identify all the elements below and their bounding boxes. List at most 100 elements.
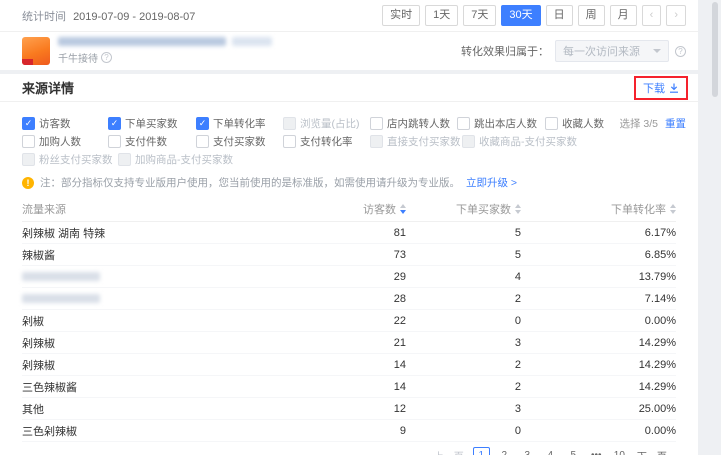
metric-label: 支付件数 [125, 134, 167, 149]
visitors-cell: 12 [311, 403, 406, 415]
metric-checkbox[interactable]: 跳出本店人数 [457, 116, 537, 131]
pagination-item[interactable]: 1 [473, 447, 490, 455]
scrollbar-thumb[interactable] [712, 2, 718, 97]
pagination-item[interactable]: 4 [542, 447, 559, 455]
conversion-cell: 6.17% [521, 227, 676, 239]
metric-label: 支付买家数 [213, 134, 266, 149]
metric-checkbox[interactable]: 访客数 [22, 116, 71, 131]
metric-checkbox[interactable]: 加购商品-支付买家数 [118, 152, 233, 167]
buyers-cell: 2 [406, 359, 521, 371]
column-header-visitors[interactable]: 访客数 [311, 201, 406, 217]
metric-selector: 访客数 下单买家数 下单转化率 浏览量(占比) 店内跳转人数 [0, 102, 698, 170]
date-range-button[interactable]: 7天 [463, 5, 496, 26]
metric-label: 支付转化率 [300, 134, 353, 149]
shop-bar: 千牛接待 ? 转化效果归属于： 每一次访问来源 ? [0, 32, 698, 70]
source-name: 剁辣椒 湖南 特辣 [22, 225, 105, 241]
buyers-cell: 4 [406, 271, 521, 283]
selection-count: 选择 3/5 [619, 118, 658, 130]
buyers-cell: 3 [406, 337, 521, 349]
stat-time: 统计时间 2019-07-09 - 2019-08-07 [22, 8, 195, 24]
metric-checkbox[interactable]: 直接支付买家数 [370, 134, 461, 149]
date-range-button[interactable]: 日 [546, 5, 573, 26]
metric-row-3: 粉丝支付买家数 加购商品-支付买家数 [22, 152, 676, 170]
date-range-button[interactable]: 月 [610, 5, 637, 26]
metric-label: 访客数 [39, 116, 71, 131]
buyers-cell: 2 [406, 293, 521, 305]
reset-button[interactable]: 重置 [665, 118, 686, 130]
pagination-item[interactable]: 3 [519, 447, 536, 455]
attribution-select[interactable]: 每一次访问来源 [555, 40, 669, 62]
metric-checkbox[interactable]: 下单买家数 [108, 116, 178, 131]
checkbox-icon [22, 153, 35, 166]
source-name: 剁辣椒 [22, 335, 55, 351]
metric-label: 下单买家数 [125, 116, 178, 131]
checkbox-icon [108, 135, 121, 148]
chevron-down-icon [653, 49, 661, 53]
buyers-cell: 5 [406, 249, 521, 261]
redacted-text-bar [58, 37, 226, 46]
source-name: 辣椒酱 [22, 247, 55, 263]
column-label: 访客数 [363, 201, 396, 217]
conversion-cell: 6.85% [521, 249, 676, 261]
table-header: 流量来源 访客数 下单买家数 下单转化率 [22, 197, 676, 222]
upgrade-link[interactable]: 立即升级 > [466, 175, 517, 190]
pagination-item[interactable]: 5 [565, 447, 582, 455]
metric-label: 加购人数 [39, 134, 81, 149]
page-content: 统计时间 2019-07-09 - 2019-08-07 实时1天7天30天日周… [0, 0, 698, 455]
checkbox-icon [283, 117, 296, 130]
source-name: 三色剁辣椒 [22, 423, 77, 439]
pagination-item[interactable]: 下一页 › [634, 447, 676, 455]
metric-label: 加购商品-支付买家数 [135, 152, 233, 167]
question-icon[interactable]: ? [101, 52, 112, 63]
download-icon [669, 83, 679, 93]
date-range-button[interactable]: › [666, 5, 686, 26]
source-name-cell: 剁辣椒 [22, 357, 311, 373]
conversion-cell: 14.29% [521, 359, 676, 371]
metric-checkbox[interactable]: 加购人数 [22, 134, 81, 149]
date-range-value: 2019-07-09 - 2019-08-07 [73, 11, 195, 23]
metric-checkbox[interactable]: 收藏人数 [545, 116, 604, 131]
upgrade-tip: ! 注：部分指标仅支持专业版用户使用，您当前使用的是标准版，如需使用请升级为专业… [0, 170, 698, 195]
pagination-item[interactable]: 2 [496, 447, 513, 455]
shop-info: 千牛接待 ? [22, 37, 272, 65]
buyers-cell: 2 [406, 381, 521, 393]
stat-time-label: 统计时间 [22, 11, 66, 23]
stat-time-bar: 统计时间 2019-07-09 - 2019-08-07 实时1天7天30天日周… [0, 0, 698, 32]
date-range-button[interactable]: 30天 [501, 5, 540, 26]
column-header-conversion[interactable]: 下单转化率 [521, 201, 676, 217]
column-header-buyers[interactable]: 下单买家数 [406, 201, 521, 217]
checkbox-icon [22, 135, 35, 148]
redacted-text-bar [232, 37, 272, 46]
pagination-item[interactable]: ‹ 上一页 [425, 447, 467, 455]
question-icon[interactable]: ? [675, 46, 686, 57]
date-range-button[interactable]: 实时 [382, 5, 420, 26]
table-row: 辣椒酱 73 5 6.85% [22, 244, 676, 266]
source-name: 剁辣椒 [22, 357, 55, 373]
metric-checkbox[interactable]: 支付转化率 [283, 134, 353, 149]
conversion-cell: 14.29% [521, 337, 676, 349]
pagination: ‹ 上一页 12345 ••• 10 下一页 › [0, 442, 698, 455]
conversion-cell: 14.29% [521, 381, 676, 393]
date-range-button[interactable]: ‹ [642, 5, 662, 26]
checkbox-icon [462, 135, 475, 148]
source-table: 流量来源 访客数 下单买家数 下单转化率 剁辣椒 湖 [0, 197, 698, 442]
metric-checkbox[interactable]: 店内跳转人数 [370, 116, 450, 131]
date-range-button[interactable]: 1天 [425, 5, 458, 26]
pagination-item[interactable]: ••• [588, 447, 605, 455]
panel-header: 来源详情 下载 [0, 74, 698, 102]
metric-checkbox[interactable]: 粉丝支付买家数 [22, 152, 113, 167]
checkbox-icon [370, 117, 383, 130]
source-name-cell: 三色剁辣椒 [22, 423, 311, 439]
visitors-cell: 22 [311, 315, 406, 327]
download-button[interactable]: 下载 [643, 80, 679, 96]
source-name-cell: 剁辣椒 湖南 特辣 [22, 225, 311, 241]
sort-icon [670, 204, 676, 214]
metric-checkbox[interactable]: 支付买家数 [196, 134, 266, 149]
pagination-item[interactable]: 10 [611, 447, 628, 455]
date-range-button[interactable]: 周 [578, 5, 605, 26]
metric-checkbox[interactable]: 浏览量(占比) [283, 116, 360, 131]
tip-text: 注：部分指标仅支持专业版用户使用，您当前使用的是标准版，如需使用请升级为专业版。 [40, 175, 460, 190]
metric-checkbox[interactable]: 收藏商品-支付买家数 [462, 134, 577, 149]
metric-checkbox[interactable]: 下单转化率 [196, 116, 266, 131]
metric-checkbox[interactable]: 支付件数 [108, 134, 167, 149]
